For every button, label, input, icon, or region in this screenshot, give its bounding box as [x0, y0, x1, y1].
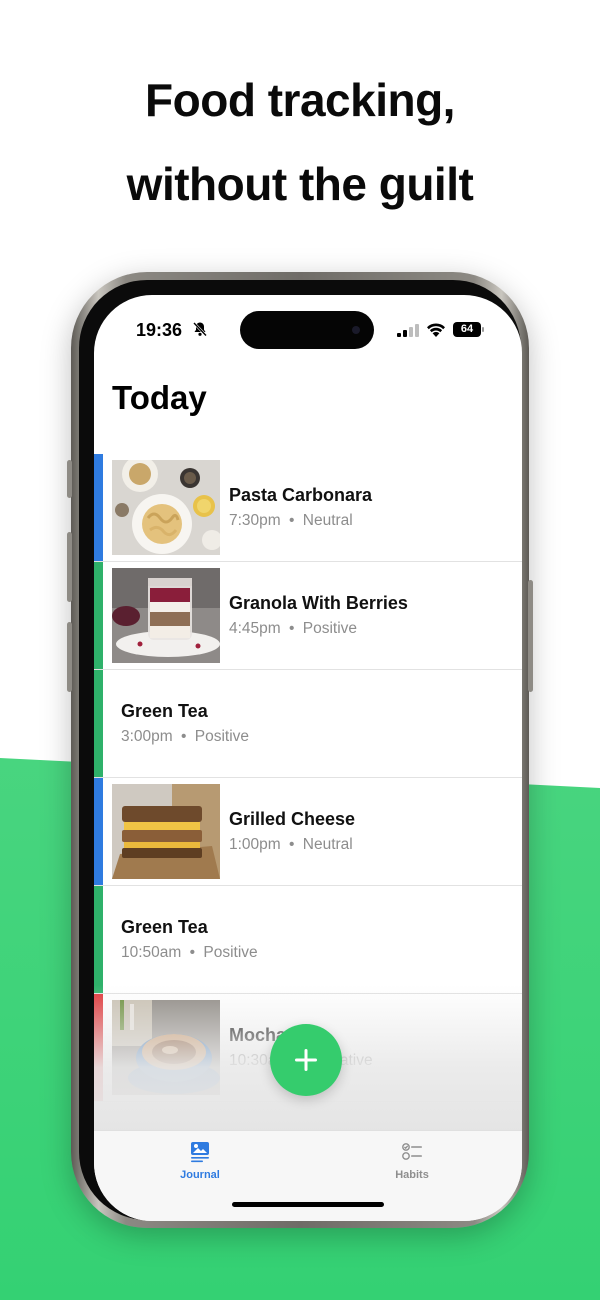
entry-time: 3:00pm — [121, 728, 173, 745]
journal-entry-row[interactable]: Grilled Cheese 1:00pm • Neutral — [94, 778, 522, 886]
mood-bar-positive — [94, 670, 103, 777]
meta-separator: • — [181, 728, 187, 745]
signal-icon — [397, 324, 419, 337]
entry-name: Pasta Carbonara — [229, 485, 373, 505]
entry-mood: Positive — [302, 620, 358, 637]
journal-entry-list: Pasta Carbonara 7:30pm • Neutral Granola… — [94, 454, 522, 1102]
mood-bar-neutral — [94, 454, 103, 561]
volume-down-button — [67, 622, 72, 692]
power-button — [528, 580, 533, 692]
page-title: Today — [112, 379, 207, 416]
mood-bar-positive — [94, 886, 103, 993]
journal-entry-row[interactable]: Granola With Berries 4:45pm • Positive — [94, 562, 522, 670]
entry-name: Grilled Cheese — [229, 809, 356, 829]
entry-meta: 4:45pm • Positive — [229, 620, 357, 638]
front-camera — [352, 326, 360, 334]
marketing-headline: Food tracking, without the guilt — [0, 58, 600, 226]
tab-habits[interactable]: Habits — [352, 1141, 472, 1181]
tab-bar: Journal Habits — [94, 1130, 522, 1221]
entry-mood: Neutral — [302, 512, 353, 529]
pasta-carbonara-photo — [112, 460, 220, 555]
meta-separator: • — [289, 836, 295, 853]
entry-time: 4:45pm — [229, 620, 281, 637]
entry-time: 10:50am — [121, 944, 182, 961]
tab-label: Habits — [395, 1169, 429, 1181]
entry-mood: Positive — [203, 944, 258, 961]
entry-meta: 10:50am • Positive — [121, 944, 258, 962]
battery-tip — [482, 327, 484, 332]
journal-entry-row[interactable]: Pasta Carbonara 7:30pm • Neutral — [94, 454, 522, 562]
dynamic-island — [240, 311, 374, 349]
entry-name: Green Tea — [121, 917, 208, 937]
entry-time: 7:30pm — [229, 512, 281, 529]
status-time: 19:36 — [136, 320, 183, 340]
checklist-icon — [402, 1143, 422, 1160]
add-entry-button[interactable] — [270, 1024, 342, 1096]
granola-jar-photo — [112, 568, 220, 663]
journal-photo-icon — [191, 1142, 209, 1163]
entry-meta: 7:30pm • Neutral — [229, 512, 353, 530]
meta-separator: • — [189, 944, 196, 961]
entry-name: Green Tea — [121, 701, 208, 721]
mood-bar-positive — [94, 562, 103, 669]
entry-meta: 3:00pm • Positive — [121, 728, 249, 746]
entry-meta: 1:00pm • Neutral — [229, 836, 353, 854]
phone-bezel: 19:36 64 Today Pasta Carbonara 7:30pm • … — [79, 280, 522, 1221]
mood-bar-negative — [94, 994, 103, 1101]
action-button — [67, 460, 72, 498]
app-screen: 19:36 64 Today Pasta Carbonara 7:30pm • … — [94, 295, 522, 1221]
mocha-cup-photo — [112, 1000, 220, 1095]
tab-label: Journal — [180, 1169, 220, 1181]
headline-line-1: Food tracking, — [145, 74, 455, 126]
tab-journal[interactable]: Journal — [140, 1141, 260, 1181]
battery-icon: 64 — [453, 322, 481, 337]
volume-up-button — [67, 532, 72, 602]
phone-frame: 19:36 64 Today Pasta Carbonara 7:30pm • … — [67, 272, 533, 1228]
plus-icon — [295, 1049, 317, 1071]
meta-separator: • — [289, 620, 295, 637]
entry-name: Granola With Berries — [229, 593, 408, 613]
home-indicator[interactable] — [232, 1202, 384, 1207]
entry-time: 1:00pm — [229, 836, 281, 853]
headline-line-2: without the guilt — [126, 158, 474, 210]
entry-mood: Neutral — [302, 836, 353, 853]
mood-bar-neutral — [94, 778, 103, 885]
meta-separator: • — [289, 512, 295, 529]
journal-entry-row[interactable]: Green Tea 10:50am • Positive — [94, 886, 522, 994]
journal-entry-row[interactable]: Green Tea 3:00pm • Positive — [94, 670, 522, 778]
entry-mood: Positive — [194, 728, 250, 745]
bell-slash-icon — [193, 322, 207, 337]
grilled-cheese-photo — [112, 784, 220, 879]
wifi-icon — [427, 323, 445, 337]
